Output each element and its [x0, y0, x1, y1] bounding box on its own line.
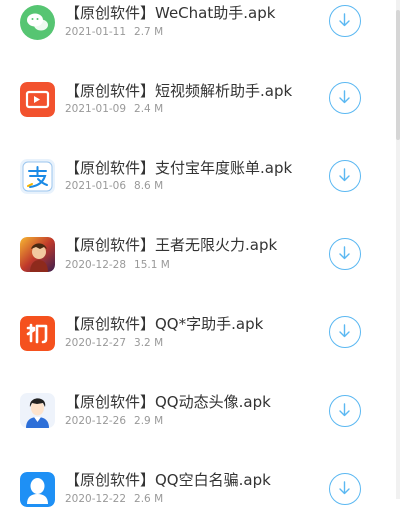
- download-button[interactable]: [329, 5, 361, 37]
- app-name[interactable]: 【原创软件】王者无限火力.apk: [65, 236, 277, 254]
- app-size: 2.7 M: [134, 26, 164, 38]
- app-name[interactable]: 【原创软件】QQ空白名骗.apk: [65, 471, 271, 489]
- qq-blank-name-icon: [20, 472, 55, 507]
- download-icon: [339, 481, 350, 495]
- alipay-bill-icon: [20, 159, 55, 194]
- app-meta: 2020-12-27 3.2 M: [65, 336, 163, 350]
- download-icon: [339, 13, 350, 27]
- app-name[interactable]: 【原创软件】WeChat助手.apk: [65, 4, 275, 22]
- list-item[interactable]: 【原创软件】QQ动态头像.apk 2020-12-26 2.9 M: [0, 387, 400, 447]
- app-date: 2020-12-22: [65, 493, 127, 505]
- list-item[interactable]: 【原创软件】QQ*字助手.apk 2020-12-27 3.2 M: [0, 309, 400, 369]
- app-meta: 2021-01-09 2.4 M: [65, 102, 163, 116]
- app-size: 15.1 M: [134, 259, 170, 271]
- app-size: 2.4 M: [134, 103, 164, 115]
- app-meta: 2020-12-22 2.6 M: [65, 492, 163, 506]
- download-button[interactable]: [329, 316, 361, 348]
- app-meta: 2020-12-26 2.9 M: [65, 414, 163, 428]
- download-button[interactable]: [329, 82, 361, 114]
- list-item[interactable]: 【原创软件】WeChat助手.apk 2021-01-11 2.7 M: [0, 0, 400, 60]
- app-date: 2020-12-26: [65, 415, 127, 427]
- download-button[interactable]: [329, 473, 361, 505]
- download-icon: [339, 403, 350, 417]
- app-meta: 2021-01-06 8.6 M: [65, 179, 163, 193]
- game-hero-icon: [20, 237, 55, 272]
- list-item[interactable]: 【原创软件】支付宝年度账单.apk 2021-01-06 8.6 M: [0, 154, 400, 214]
- app-date: 2020-12-27: [65, 337, 127, 349]
- app-date: 2021-01-06: [65, 180, 127, 192]
- qq-avatar-icon: [20, 393, 55, 428]
- download-button[interactable]: [329, 238, 361, 270]
- video-parser-icon: [20, 82, 55, 117]
- app-date: 2021-01-09: [65, 103, 127, 115]
- download-icon: [339, 324, 350, 338]
- qq-char-icon: [20, 316, 55, 351]
- download-icon: [339, 246, 350, 260]
- download-button[interactable]: [329, 160, 361, 192]
- wechat-icon: [20, 5, 55, 40]
- app-name[interactable]: 【原创软件】QQ*字助手.apk: [65, 315, 263, 333]
- app-size: 2.6 M: [134, 493, 164, 505]
- app-name[interactable]: 【原创软件】QQ动态头像.apk: [65, 393, 271, 411]
- download-icon: [339, 168, 350, 182]
- list-item[interactable]: 【原创软件】短视频解析助手.apk 2021-01-09 2.4 M: [0, 77, 400, 137]
- app-size: 2.9 M: [134, 415, 164, 427]
- app-date: 2020-12-28: [65, 259, 127, 271]
- app-date: 2021-01-11: [65, 26, 127, 38]
- list-item[interactable]: 【原创软件】QQ空白名骗.apk 2020-12-22 2.6 M: [0, 465, 400, 525]
- app-meta: 2021-01-11 2.7 M: [65, 25, 163, 39]
- app-meta: 2020-12-28 15.1 M: [65, 258, 170, 272]
- scrollbar-thumb[interactable]: [396, 10, 400, 140]
- download-icon: [339, 90, 350, 104]
- app-name[interactable]: 【原创软件】短视频解析助手.apk: [65, 82, 292, 100]
- app-download-list: 【原创软件】WeChat助手.apk 2021-01-11 2.7 M 【原创软件…: [0, 0, 400, 507]
- app-name[interactable]: 【原创软件】支付宝年度账单.apk: [65, 159, 292, 177]
- download-button[interactable]: [329, 395, 361, 427]
- list-item[interactable]: 【原创软件】王者无限火力.apk 2020-12-28 15.1 M: [0, 231, 400, 291]
- app-size: 8.6 M: [134, 180, 164, 192]
- app-size: 3.2 M: [134, 337, 164, 349]
